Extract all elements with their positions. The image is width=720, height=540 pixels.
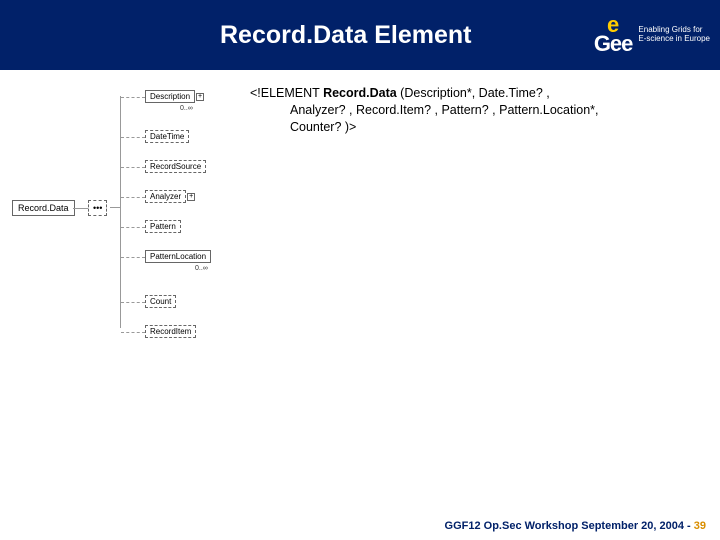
child-patternlocation: PatternLocation bbox=[145, 250, 211, 263]
child-pattern: Pattern bbox=[145, 220, 181, 233]
page-title: Record.Data Element bbox=[220, 21, 471, 50]
dtd-line3: Counter? )> bbox=[250, 119, 710, 136]
egee-logo: e Gee Enabling Grids for E-science in Eu… bbox=[594, 16, 710, 53]
dtd-declaration: <!ELEMENT Record.Data (Description*, Dat… bbox=[240, 85, 710, 136]
logo-rest: Gee bbox=[594, 35, 633, 54]
footer: GGF12 Op.Sec Workshop September 20, 2004… bbox=[445, 520, 706, 532]
page-number: 39 bbox=[694, 520, 706, 532]
node-label: Analyzer bbox=[150, 192, 181, 201]
connector-line bbox=[120, 96, 121, 328]
logo-tagline: Enabling Grids for E-science in Europe bbox=[638, 26, 710, 44]
child-recordsource: RecordSource bbox=[145, 160, 206, 173]
child-description: Description + bbox=[145, 90, 195, 103]
logo-mark: e Gee bbox=[594, 16, 633, 53]
dtd-line1: <!ELEMENT Record.Data (Description*, Dat… bbox=[250, 85, 710, 102]
dtd-rest1: (Description*, Date.Time? , bbox=[397, 86, 550, 100]
child-datetime: DateTime bbox=[145, 130, 189, 143]
header: Record.Data Element e Gee Enabling Grids… bbox=[0, 0, 720, 70]
expand-icon: + bbox=[196, 93, 204, 101]
child-count: Count bbox=[145, 295, 176, 308]
schema-diagram: Record.Data ••• Description + 0..∞ DateT… bbox=[10, 85, 240, 136]
sequence-icon: ••• bbox=[88, 200, 107, 216]
dtd-line2: Analyzer? , Record.Item? , Pattern? , Pa… bbox=[250, 102, 710, 119]
footer-text: GGF12 Op.Sec Workshop September 20, 2004… bbox=[445, 520, 694, 532]
cardinality-label: 0..∞ bbox=[180, 105, 193, 112]
dtd-open: <!ELEMENT bbox=[250, 86, 323, 100]
connector-line bbox=[110, 207, 120, 208]
logo-line2: E-science in Europe bbox=[638, 35, 710, 44]
node-label: Description bbox=[150, 92, 190, 101]
child-recorditem: RecordItem bbox=[145, 325, 196, 338]
root-node: Record.Data bbox=[12, 200, 75, 216]
dtd-element-name: Record.Data bbox=[323, 86, 397, 100]
child-analyzer: Analyzer + bbox=[145, 190, 186, 203]
cardinality-label: 0..∞ bbox=[195, 265, 208, 272]
content-area: Record.Data ••• Description + 0..∞ DateT… bbox=[0, 70, 720, 151]
expand-icon: + bbox=[187, 193, 195, 201]
